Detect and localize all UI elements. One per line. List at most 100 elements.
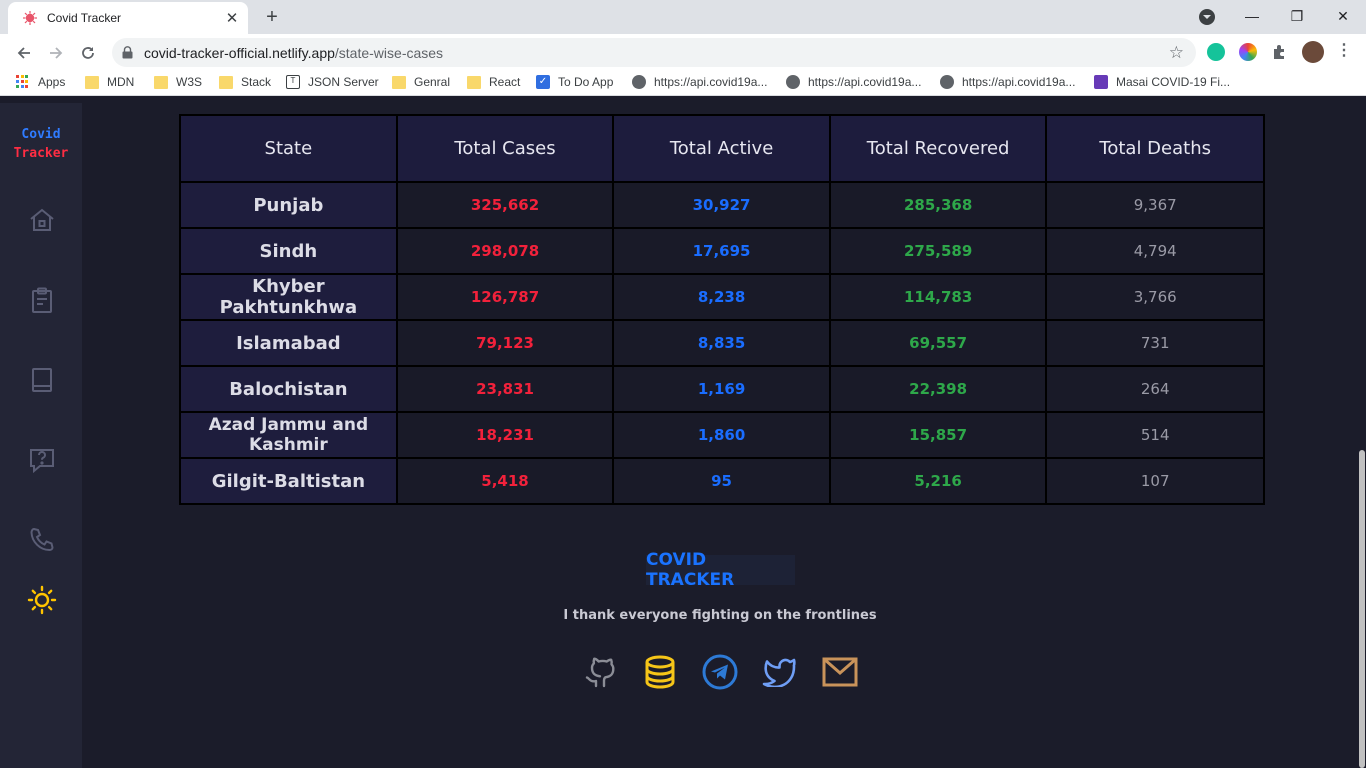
total-cases-cell: 126,787	[395, 273, 615, 321]
folder-icon	[85, 75, 99, 89]
profile-avatar[interactable]	[1302, 41, 1324, 63]
close-window-icon[interactable]: ✕	[1320, 0, 1366, 32]
app-viewport: Covid Tracker State Total Cases Total Ac…	[0, 103, 1366, 768]
state-cases-table: State Total Cases Total Active Total Rec…	[179, 114, 1265, 505]
bookmark-json-server[interactable]: T JSON Server	[286, 75, 379, 89]
header-total-active[interactable]: Total Active	[612, 114, 831, 183]
browser-tab[interactable]: Covid Tracker ✕	[8, 2, 248, 34]
app-logo[interactable]: Covid Tracker	[0, 125, 82, 163]
table-row: Gilgit-Baltistan 5,418 95 5,216 107	[179, 457, 1265, 505]
bookmark-label: To Do App	[558, 75, 614, 89]
github-icon[interactable]	[582, 654, 618, 690]
table-header-row: State Total Cases Total Active Total Rec…	[179, 114, 1265, 183]
header-total-deaths[interactable]: Total Deaths	[1045, 114, 1265, 183]
total-recovered-cell: 285,368	[828, 181, 1048, 229]
new-tab-icon[interactable]: +	[260, 6, 284, 28]
globe-icon	[632, 75, 646, 89]
header-total-cases[interactable]: Total Cases	[395, 114, 615, 183]
footer-tagline: I thank everyone fighting on the frontli…	[563, 608, 877, 623]
clipboard-icon[interactable]	[26, 284, 58, 316]
folder-icon	[154, 75, 168, 89]
total-cases-cell: 18,231	[395, 411, 615, 459]
total-recovered-cell: 275,589	[828, 227, 1048, 275]
bookmark-w3s[interactable]: W3S	[154, 75, 202, 89]
lock-icon	[122, 46, 133, 59]
scrollbar-thumb[interactable]	[1359, 450, 1365, 768]
database-icon[interactable]	[642, 654, 678, 690]
state-cell: Khyber Pakhtunkhwa	[179, 273, 398, 321]
bookmark-apps[interactable]: Apps	[16, 75, 65, 89]
table-row: Azad Jammu and Kashmir 18,231 1,860 15,8…	[179, 411, 1265, 459]
sidebar: Covid Tracker	[0, 103, 82, 768]
back-icon[interactable]	[10, 39, 38, 67]
phone-icon[interactable]	[26, 524, 58, 556]
globe-icon	[786, 75, 800, 89]
twitter-icon[interactable]	[761, 654, 797, 690]
bookmark-label: https://api.covid19a...	[962, 75, 1076, 89]
bookmark-label: Masai COVID-19 Fi...	[1116, 75, 1231, 89]
help-icon[interactable]	[26, 444, 58, 476]
bookmark-todo[interactable]: ✓ To Do App	[536, 75, 613, 89]
state-cell: Gilgit-Baltistan	[179, 457, 398, 505]
bookmark-label: https://api.covid19a...	[654, 75, 768, 89]
bookmark-api-2[interactable]: https://api.covid19a...	[786, 75, 921, 89]
json-server-icon: T	[286, 75, 300, 89]
checkbox-icon: ✓	[536, 75, 550, 89]
total-cases-cell: 79,123	[395, 319, 615, 367]
color-extension-icon[interactable]	[1239, 43, 1257, 61]
table-row: Sindh 298,078 17,695 275,589 4,794	[179, 227, 1265, 275]
bookmark-api-1[interactable]: https://api.covid19a...	[632, 75, 767, 89]
bookmark-label: Genral	[414, 75, 451, 89]
bookmark-api-3[interactable]: https://api.covid19a...	[940, 75, 1075, 89]
extensions-puzzle-icon[interactable]	[1271, 43, 1289, 61]
table-row: Balochistan 23,831 1,169 22,398 264	[179, 365, 1265, 413]
table-row: Islamabad 79,123 8,835 69,557 731	[179, 319, 1265, 367]
bookmark-label: React	[489, 75, 521, 89]
total-recovered-cell: 5,216	[828, 457, 1048, 505]
total-deaths-cell: 264	[1045, 365, 1265, 413]
forward-icon[interactable]	[42, 39, 70, 67]
total-active-cell: 1,169	[612, 365, 831, 413]
apps-grid-icon	[16, 75, 30, 89]
total-recovered-cell: 15,857	[828, 411, 1048, 459]
home-icon[interactable]	[26, 204, 58, 236]
table-row: Punjab 325,662 30,927 285,368 9,367	[179, 181, 1265, 229]
state-cell: Punjab	[179, 181, 398, 229]
total-deaths-cell: 731	[1045, 319, 1265, 367]
bookmark-masai[interactable]: Masai COVID-19 Fi...	[1094, 75, 1230, 89]
logo-line1: Covid	[21, 127, 61, 142]
state-cell: Azad Jammu and Kashmir	[179, 411, 398, 459]
book-icon[interactable]	[26, 364, 58, 396]
bookmark-mdn[interactable]: MDN	[85, 75, 134, 89]
bookmark-label: https://api.covid19a...	[808, 75, 922, 89]
bookmark-stack[interactable]: Stack	[219, 75, 271, 89]
tab-search-icon[interactable]	[1199, 9, 1215, 25]
total-active-cell: 17,695	[612, 227, 831, 275]
browser-tab-strip: Covid Tracker ✕ + — ❐ ✕	[0, 0, 1366, 34]
browser-menu-icon[interactable]: ⋮	[1336, 40, 1352, 59]
address-bar[interactable]: covid-tracker-official.netlify.app/state…	[112, 38, 1196, 67]
bookmark-genral[interactable]: Genral	[392, 75, 450, 89]
footer-title: COVID TRACKER	[646, 550, 795, 590]
bookmark-react[interactable]: React	[467, 75, 520, 89]
total-recovered-cell: 22,398	[828, 365, 1048, 413]
total-active-cell: 95	[612, 457, 831, 505]
total-active-cell: 8,835	[612, 319, 831, 367]
bookmarks-bar: Apps MDN W3S Stack T JSON Server Genral …	[0, 71, 1366, 96]
mail-icon[interactable]	[822, 654, 858, 690]
total-active-cell: 30,927	[612, 181, 831, 229]
tab-close-icon[interactable]: ✕	[222, 8, 242, 28]
grammarly-extension-icon[interactable]	[1207, 43, 1225, 61]
total-deaths-cell: 3,766	[1045, 273, 1265, 321]
tab-title: Covid Tracker	[47, 11, 122, 25]
minimize-icon[interactable]: —	[1229, 0, 1275, 32]
restore-icon[interactable]: ❐	[1274, 0, 1320, 32]
virus-favicon-icon	[23, 11, 37, 25]
header-total-recovered[interactable]: Total Recovered	[828, 114, 1048, 183]
folder-icon	[219, 75, 233, 89]
bookmark-star-icon[interactable]: ☆	[1169, 43, 1184, 63]
reload-icon[interactable]	[74, 39, 102, 67]
telegram-icon[interactable]	[702, 654, 738, 690]
bookmark-label: W3S	[176, 75, 203, 89]
header-state[interactable]: State	[179, 114, 398, 183]
